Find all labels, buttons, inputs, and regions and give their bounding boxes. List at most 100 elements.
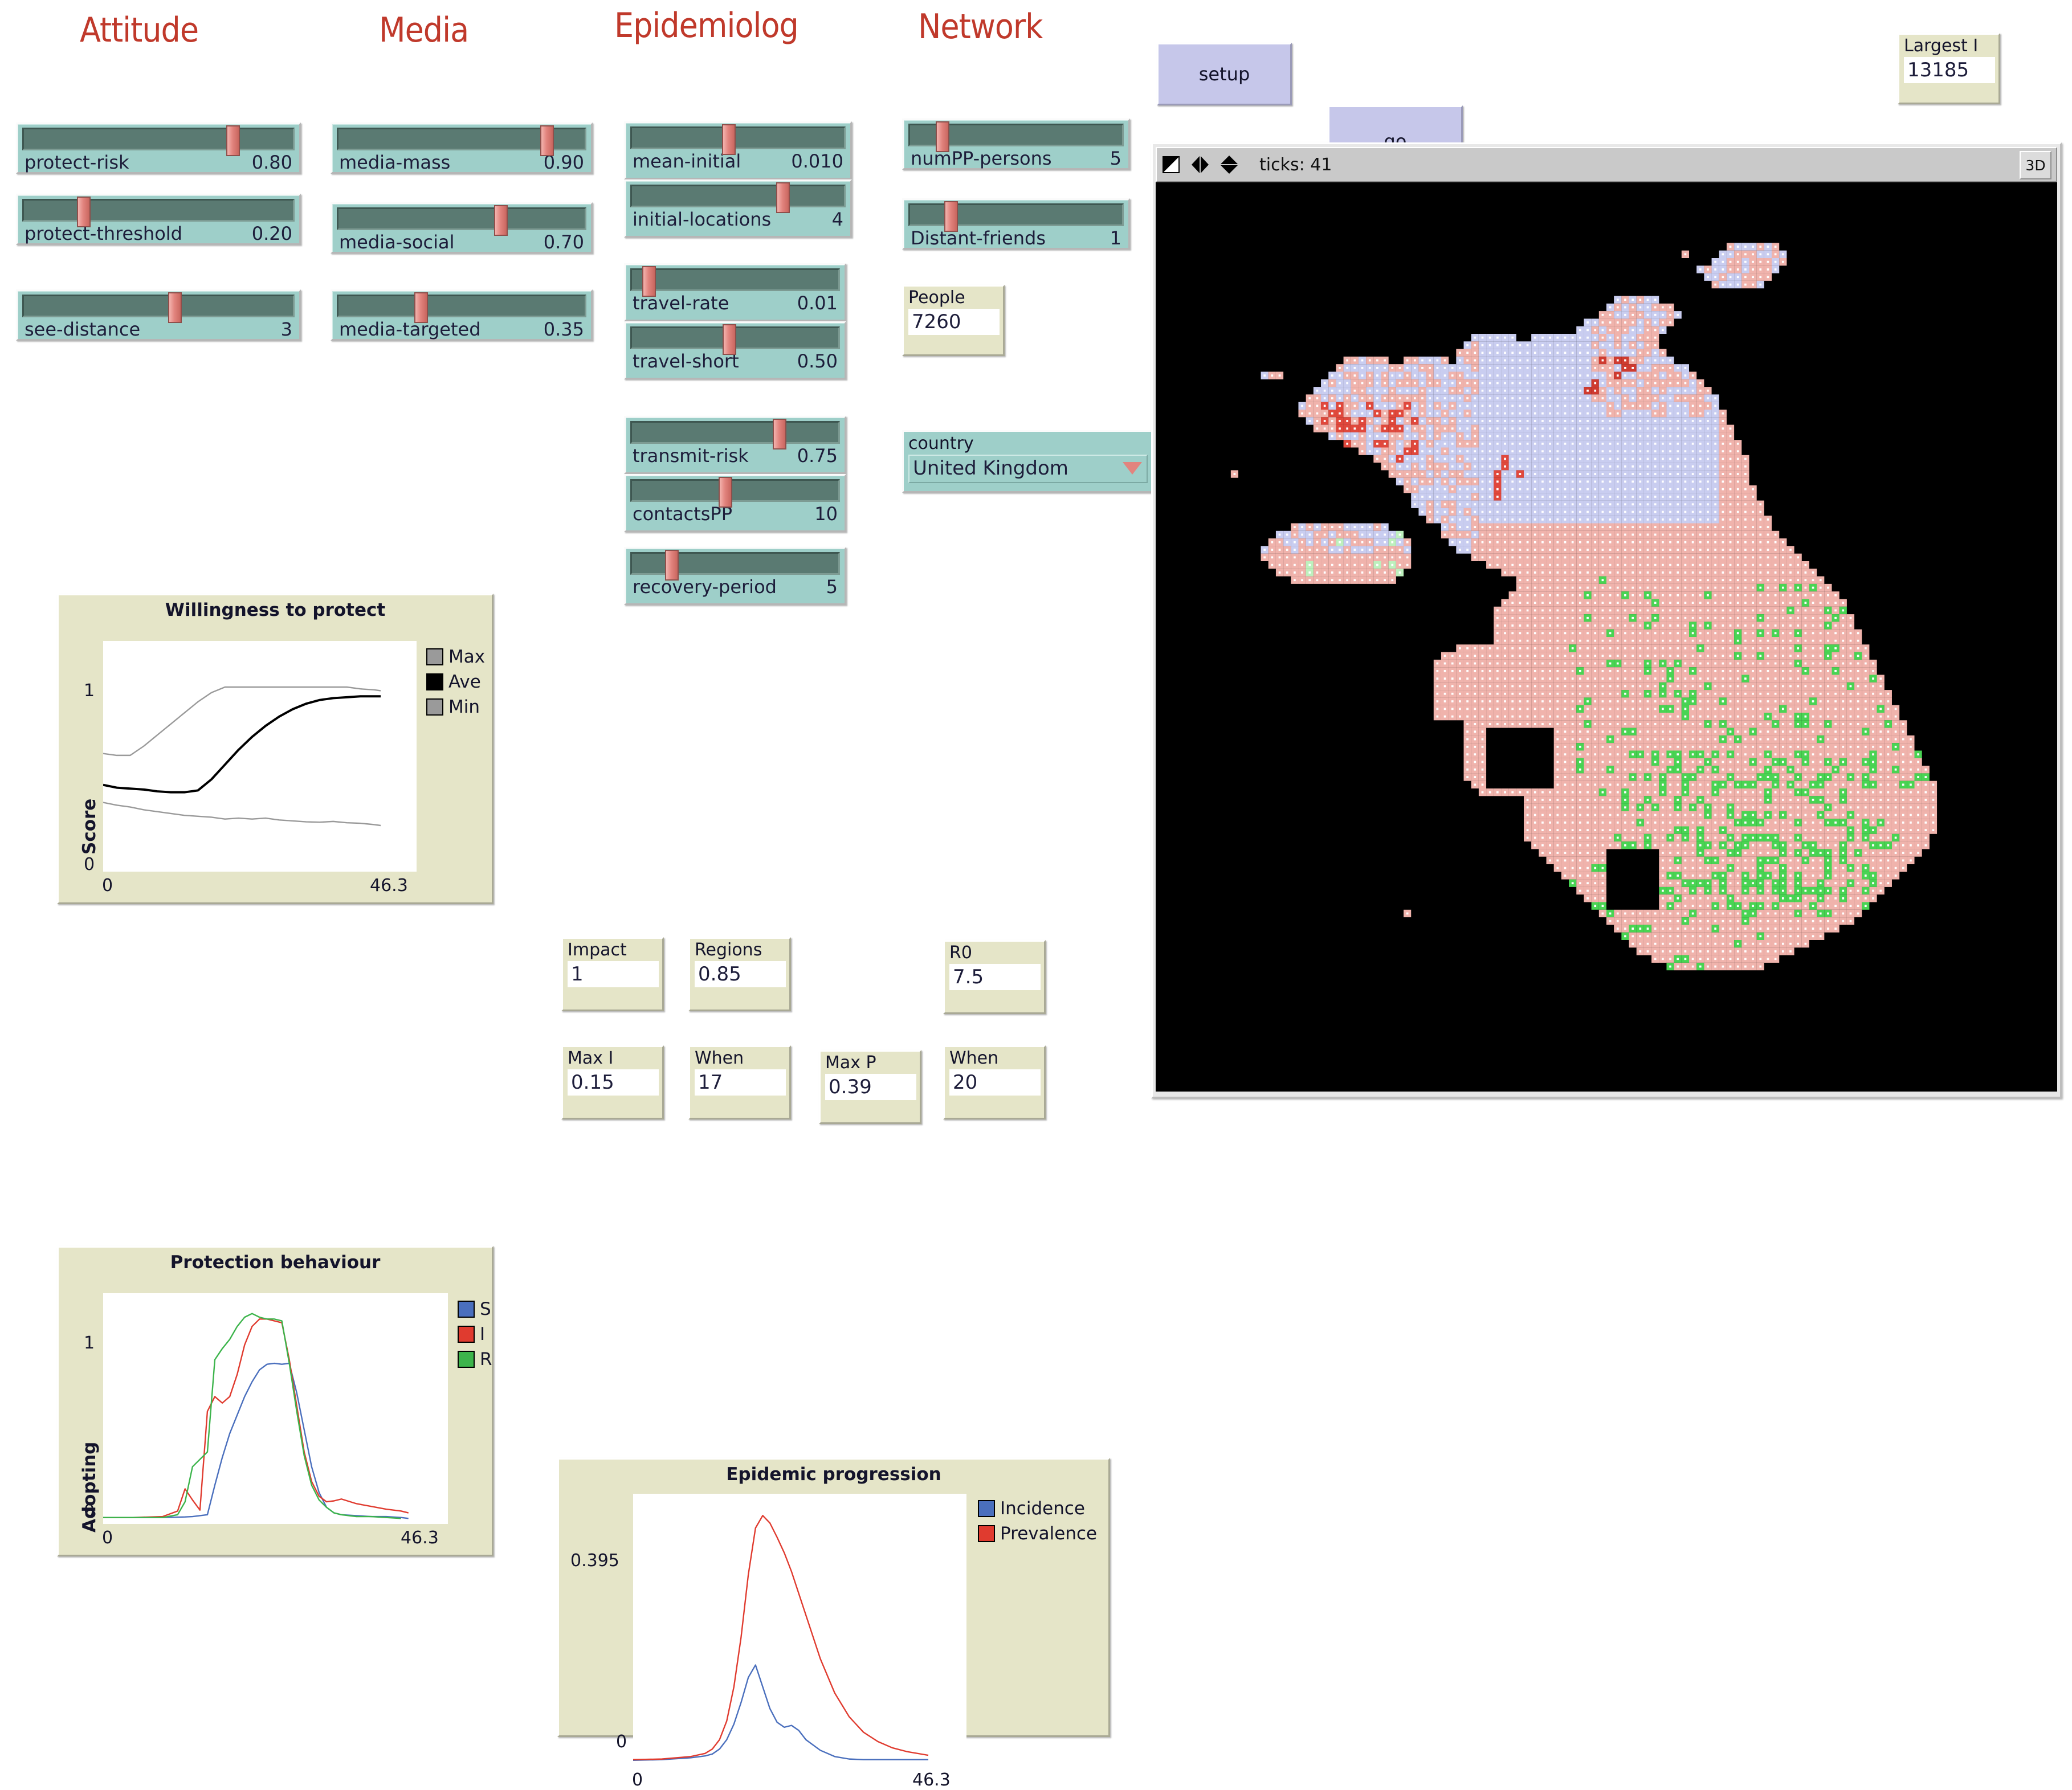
plot-ytick-min: 0 (84, 1501, 95, 1521)
chooser-select[interactable]: United Kingdom (908, 455, 1148, 483)
legend-item[interactable]: I (458, 1324, 492, 1344)
slider-recovery-period[interactable]: recovery-period 5 (624, 547, 846, 605)
slider-thumb[interactable] (77, 197, 91, 227)
monitor-value: 0.39 (825, 1073, 916, 1100)
plot-willingness-to-protect: Willingness to protect Score 1 0 0 46.3 … (57, 594, 493, 904)
plot-ytick-max: 1 (84, 1333, 95, 1353)
slider-track[interactable] (908, 201, 1124, 232)
slider-track[interactable] (630, 550, 840, 581)
slider-track[interactable] (337, 292, 586, 323)
slider-track[interactable] (630, 477, 840, 508)
slider-thumb[interactable] (414, 292, 429, 323)
legend-swatch (426, 673, 443, 690)
monitor-value: 13185 (1904, 56, 1995, 83)
world-view-panel: ticks: 41 3D (1151, 142, 2062, 1098)
slider-thumb[interactable] (722, 324, 736, 355)
slider-thumb[interactable] (776, 182, 790, 213)
slider-see-distance[interactable]: see-distance 3 (16, 289, 301, 341)
plot-legend: Max Ave Min (426, 647, 485, 717)
slider-track[interactable] (630, 182, 846, 213)
setup-button[interactable]: setup (1157, 43, 1292, 105)
slider-thumb[interactable] (226, 125, 240, 156)
slider-track[interactable] (337, 125, 586, 156)
slider-track[interactable] (630, 124, 846, 155)
legend-item[interactable]: S (458, 1299, 492, 1319)
legend-item[interactable]: Ave (426, 672, 485, 692)
up-down-arrows-icon[interactable] (1219, 153, 1239, 176)
monitor-people: People 7260 (902, 285, 1005, 356)
slider-media-social[interactable]: media-social 0.70 (331, 202, 593, 254)
plot-xtick-min: 0 (102, 1528, 113, 1548)
chooser-country[interactable]: country United Kingdom (902, 430, 1153, 493)
slider-thumb[interactable] (722, 124, 736, 155)
world-toolbar: ticks: 41 3D (1156, 147, 2057, 182)
plot-ytick-min: 0 (84, 855, 95, 874)
slider-numpp-persons[interactable]: numPP-persons 5 (902, 118, 1130, 170)
slider-track[interactable] (22, 197, 295, 227)
slider-contactspp[interactable]: contactsPP 10 (624, 474, 846, 532)
slider-value: 3 (280, 318, 292, 340)
legend-label: Incidence (1000, 1498, 1085, 1519)
slider-protect-threshold[interactable]: protect-threshold 0.20 (16, 194, 301, 245)
slider-initial-locations[interactable]: initial-locations 4 (624, 179, 852, 238)
legend-item[interactable]: Min (426, 697, 485, 717)
slider-thumb[interactable] (665, 550, 679, 581)
monitor-value: 7.5 (949, 963, 1041, 990)
slider-travel-rate[interactable]: travel-rate 0.01 (624, 263, 846, 321)
slider-track[interactable] (630, 324, 840, 355)
slider-distant-friends[interactable]: Distant-friends 1 (902, 198, 1130, 250)
slider-label: transmit-risk (633, 445, 749, 467)
plot-ytick-min: 0 (616, 1732, 627, 1752)
slider-track[interactable] (22, 125, 295, 156)
slider-track[interactable] (630, 266, 840, 297)
legend-item[interactable]: R (458, 1349, 492, 1370)
slider-media-targeted[interactable]: media-targeted 0.35 (331, 289, 593, 341)
slider-thumb[interactable] (718, 477, 732, 508)
world-grid[interactable] (1156, 182, 2057, 1092)
slider-label: Distant-friends (911, 227, 1046, 249)
legend-swatch (426, 698, 443, 716)
legend-label: Prevalence (1000, 1523, 1098, 1544)
legend-item[interactable]: Max (426, 647, 485, 667)
slider-track[interactable] (630, 419, 840, 449)
slider-media-mass[interactable]: media-mass 0.90 (331, 122, 593, 174)
slider-travel-short[interactable]: travel-short 0.50 (624, 321, 846, 379)
plot-title: Willingness to protect (165, 600, 386, 620)
chevron-down-icon[interactable] (1123, 462, 1142, 475)
view-3d-button[interactable]: 3D (2020, 151, 2051, 179)
plot-ylabel: Score (79, 798, 100, 855)
slider-track[interactable] (22, 292, 295, 323)
legend-item[interactable]: Prevalence (978, 1523, 1097, 1544)
slider-thumb[interactable] (540, 125, 554, 156)
monitor-label: Max I (568, 1048, 614, 1068)
speed-slider-icon[interactable] (1161, 155, 1181, 174)
slider-group-transmission: transmit-risk 0.75 contactsPP 10 (624, 416, 846, 532)
plot-ytick-max: 0.395 (570, 1551, 619, 1571)
slider-track[interactable] (337, 205, 586, 236)
slider-thumb[interactable] (493, 205, 508, 236)
legend-swatch (978, 1525, 995, 1542)
legend-swatch (458, 1351, 475, 1368)
uk-map-cells[interactable] (1156, 182, 2057, 1092)
slider-value: 5 (1110, 148, 1121, 169)
slider-track[interactable] (908, 121, 1124, 152)
slider-value: 0.01 (797, 292, 838, 314)
slider-thumb[interactable] (944, 201, 958, 232)
plot-legend: S I R (458, 1299, 492, 1370)
plot-xtick-max: 46.3 (912, 1770, 951, 1790)
slider-transmit-risk[interactable]: transmit-risk 0.75 (624, 416, 846, 474)
slider-thumb[interactable] (773, 419, 787, 449)
monitor-largest-i: Largest I 13185 (1898, 33, 2000, 104)
legend-item[interactable]: Incidence (978, 1498, 1097, 1519)
monitor-label: When (695, 1048, 744, 1068)
slider-thumb[interactable] (935, 121, 949, 152)
slider-thumb[interactable] (168, 292, 182, 323)
slider-group-travel: travel-rate 0.01 travel-short 0.50 (624, 263, 846, 379)
left-right-arrows-icon[interactable] (1189, 155, 1212, 174)
legend-swatch (458, 1326, 475, 1343)
slider-label: media-mass (339, 152, 451, 173)
slider-protect-risk[interactable]: protect-risk 0.80 (16, 122, 301, 174)
slider-mean-initial[interactable]: mean-initial 0.010 (624, 121, 852, 179)
slider-thumb[interactable] (642, 266, 656, 297)
slider-label: protect-risk (25, 152, 129, 173)
